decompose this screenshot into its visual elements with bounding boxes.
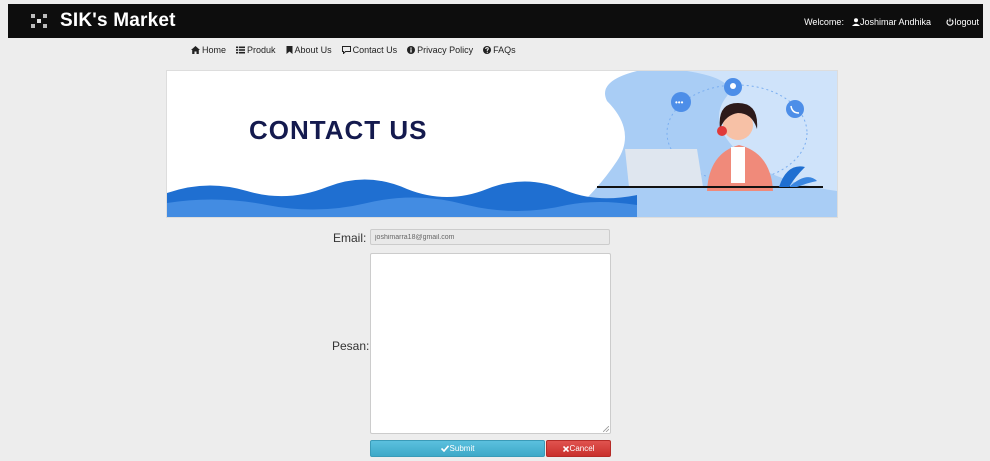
- close-icon: [562, 445, 569, 452]
- logout-label: logout: [954, 17, 979, 27]
- check-icon: [440, 445, 449, 452]
- cancel-button[interactable]: Cancel: [546, 440, 611, 457]
- menu-item-privacy-policy[interactable]: Privacy Policy: [407, 45, 473, 55]
- home-icon: [191, 46, 200, 54]
- svg-text:•••: •••: [675, 98, 684, 107]
- chat-icon: [341, 46, 351, 54]
- menu-label-about-us: About Us: [294, 45, 332, 55]
- laptop: [625, 149, 703, 187]
- headset-icon: [717, 126, 727, 136]
- main-menu: Home Produk About Us Contact Us Privacy …: [191, 45, 516, 55]
- contact-banner: ••• CONTACT US: [166, 70, 838, 218]
- menu-label-produk: Produk: [247, 45, 276, 55]
- message-label: Pesan:: [332, 339, 370, 353]
- power-icon: [946, 18, 955, 26]
- question-icon: [483, 46, 492, 54]
- cancel-label: Cancel: [569, 444, 595, 453]
- menu-label-home: Home: [202, 45, 227, 55]
- brand-logo-icon: [31, 14, 47, 28]
- info-icon: [407, 46, 416, 54]
- logout-link[interactable]: logout: [946, 17, 979, 27]
- user-link[interactable]: Joshimar Andhika: [851, 17, 931, 27]
- resize-grip-icon[interactable]: [603, 426, 609, 432]
- bookmark-icon: [286, 46, 293, 54]
- welcome-label: Welcome:: [804, 17, 844, 27]
- user-icon: [851, 18, 860, 26]
- banner-title: CONTACT US: [249, 115, 428, 145]
- welcome-area: Welcome: Joshimar Andhika: [804, 17, 931, 27]
- menu-item-faqs[interactable]: FAQs: [483, 45, 516, 55]
- submit-label: Submit: [449, 444, 475, 453]
- email-field[interactable]: [370, 229, 610, 245]
- menu-item-home[interactable]: Home: [191, 45, 226, 55]
- menu-item-about-us[interactable]: About Us: [286, 45, 332, 55]
- top-navbar: SIK's Market Welcome: Joshimar Andhika l…: [8, 4, 983, 38]
- message-textarea[interactable]: [370, 253, 611, 434]
- menu-item-produk[interactable]: Produk: [236, 45, 276, 55]
- menu-label-faqs: FAQs: [493, 45, 516, 55]
- phone-bubble-icon: [786, 100, 804, 118]
- menu-label-privacy-policy: Privacy Policy: [417, 45, 474, 55]
- brand[interactable]: SIK's Market: [30, 10, 176, 32]
- email-label: Email:: [333, 231, 367, 245]
- brand-name: SIK's Market: [60, 10, 176, 31]
- menu-item-contact-us[interactable]: Contact Us: [341, 45, 398, 55]
- user-name: Joshimar Andhika: [859, 17, 931, 27]
- menu-label-contact-us: Contact Us: [352, 45, 398, 55]
- submit-button[interactable]: Submit: [370, 440, 545, 457]
- list-icon: [236, 46, 246, 54]
